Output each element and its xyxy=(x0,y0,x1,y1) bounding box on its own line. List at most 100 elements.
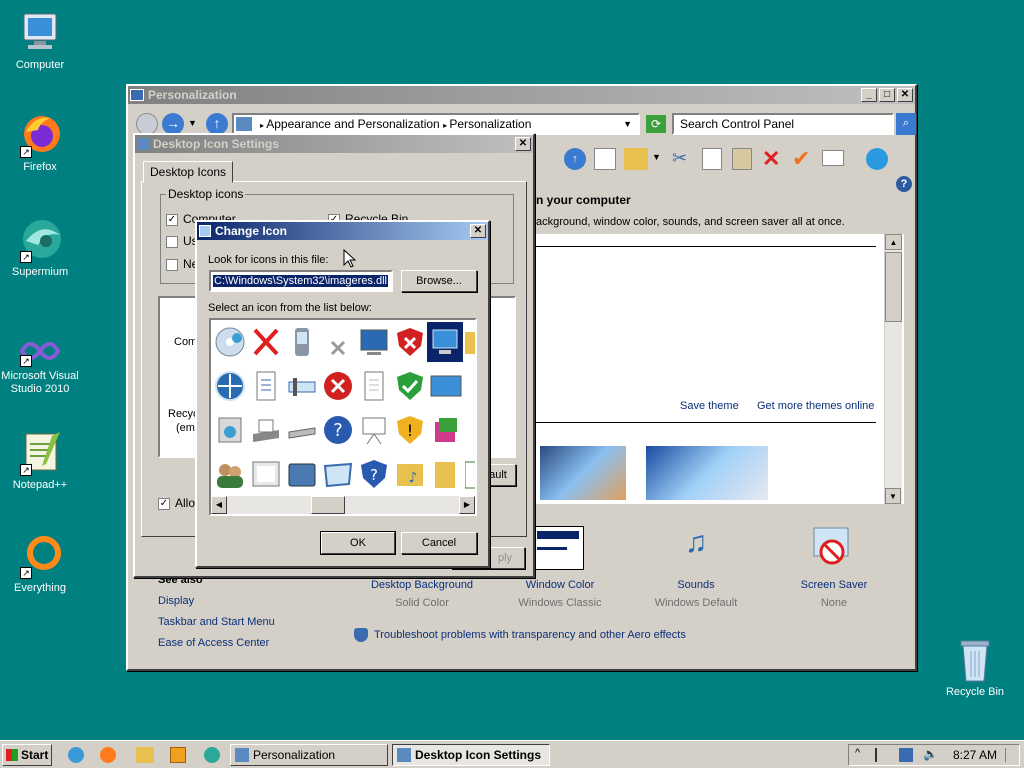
checkbox-network[interactable]: Ne xyxy=(166,257,198,271)
file-path-input[interactable]: C:\Windows\System32\imageres.dll xyxy=(209,270,393,292)
troubleshoot-link[interactable]: Troubleshoot problems with transparency … xyxy=(374,629,686,641)
network-tray-icon[interactable] xyxy=(899,748,913,762)
media-device-icon[interactable] xyxy=(213,414,247,446)
explorer-quicklaunch-icon[interactable] xyxy=(136,747,154,763)
display-link[interactable]: Display xyxy=(158,595,194,607)
recent-pages-chevron-icon[interactable]: ▼ xyxy=(188,118,197,128)
cut-icon[interactable]: ✂ xyxy=(672,148,687,169)
network-globe-icon[interactable] xyxy=(213,370,247,402)
ease-of-access-link[interactable]: Ease of Access Center xyxy=(158,637,269,649)
music-folder-icon[interactable]: ♪ xyxy=(393,458,427,490)
theme-list[interactable]: Save theme Get more themes online ▲ ▼ xyxy=(536,234,904,504)
selected-computer-icon[interactable] xyxy=(427,322,463,362)
flatbed-icon[interactable] xyxy=(285,414,319,446)
network-icon[interactable] xyxy=(866,148,888,170)
icon-list-scrollbar[interactable]: ◀ ▶ xyxy=(211,496,475,514)
desktop-icon-firefox[interactable]: ↗ Firefox xyxy=(0,112,80,174)
delete-icon[interactable]: ✕ xyxy=(762,146,780,172)
help-shield-icon[interactable]: ? xyxy=(357,458,391,490)
properties-icon[interactable] xyxy=(822,150,844,166)
window-frame-icon[interactable] xyxy=(249,458,283,490)
green-shield-icon[interactable] xyxy=(393,370,427,402)
paste-icon[interactable] xyxy=(732,148,752,170)
taskbar-start-menu-link[interactable]: Taskbar and Start Menu xyxy=(158,616,275,628)
usb-drive-icon[interactable] xyxy=(285,370,319,402)
folders-icon[interactable] xyxy=(624,148,648,170)
screen-saver-icon[interactable] xyxy=(812,526,852,568)
media-quicklaunch-icon[interactable] xyxy=(170,747,186,763)
screen-saver-link[interactable]: Screen Saver xyxy=(780,579,888,591)
red-shield-icon[interactable] xyxy=(393,326,427,358)
icon-list[interactable]: ? ! ? ♪ ◀ ▶ xyxy=(209,318,477,516)
sounds-link[interactable]: Sounds xyxy=(642,579,750,591)
scanner-icon[interactable] xyxy=(249,414,283,446)
blank-page-icon[interactable] xyxy=(357,370,391,402)
breadcrumb-item[interactable]: Appearance and Personalization xyxy=(266,117,439,131)
gray-x-icon[interactable] xyxy=(321,326,355,358)
warning-shield-icon[interactable]: ! xyxy=(393,414,427,446)
change-icon-dialog[interactable]: Change Icon ✕ Look for icons in this fil… xyxy=(195,220,490,568)
media-disc-icon[interactable] xyxy=(213,326,247,358)
tab-desktop-icons[interactable]: Desktop Icons xyxy=(143,161,234,183)
error-icon[interactable] xyxy=(321,370,355,402)
search-input[interactable]: Search Control Panel xyxy=(672,113,894,135)
forward-button[interactable]: → xyxy=(162,113,184,135)
desktop-icon-recycle-bin[interactable]: Recycle Bin xyxy=(935,637,1015,699)
desktop-screen-icon[interactable] xyxy=(429,370,463,402)
scroll-right-button[interactable]: ▶ xyxy=(459,496,475,514)
theme-thumbnail[interactable] xyxy=(540,446,626,500)
search-icon[interactable]: ⌕ xyxy=(896,113,916,135)
theme-list-scrollbar[interactable]: ▲ ▼ xyxy=(884,234,902,504)
display-frame-icon[interactable] xyxy=(321,458,355,490)
folder-partial-icon[interactable] xyxy=(465,326,475,358)
dialog-titlebar[interactable]: Change Icon ✕ xyxy=(197,222,488,240)
desktop-icon-visual-studio[interactable]: ↗ Microsoft Visual Studio 2010 xyxy=(0,335,80,396)
document-icon[interactable] xyxy=(249,370,283,402)
more-themes-link[interactable]: Get more themes online xyxy=(757,400,874,412)
clock[interactable]: 8:27 AM xyxy=(953,748,997,762)
red-x-icon[interactable] xyxy=(249,326,283,358)
close-button[interactable]: ✕ xyxy=(470,224,486,238)
presentation-icon[interactable] xyxy=(357,414,391,446)
cancel-button[interactable]: Cancel xyxy=(401,532,477,554)
desktop-icon-everything[interactable]: ↗ Everything xyxy=(0,533,80,595)
refresh-icon[interactable]: ⟳ xyxy=(646,115,666,133)
close-button[interactable]: ✕ xyxy=(897,88,913,102)
start-button[interactable]: Start xyxy=(2,744,52,766)
address-dropdown-icon[interactable]: ▼ xyxy=(623,115,632,133)
minimize-button[interactable]: _ xyxy=(861,88,877,102)
supermium-quicklaunch-icon[interactable] xyxy=(204,747,220,763)
desktop-icon-supermium[interactable]: ↗ Supermium xyxy=(0,217,80,279)
up-icon[interactable]: ↑ xyxy=(564,148,586,170)
save-theme-link[interactable]: Save theme xyxy=(680,400,739,412)
window-color-link[interactable]: Window Color xyxy=(506,579,614,591)
browse-button[interactable]: Browse... xyxy=(401,270,477,292)
volume-muted-icon[interactable]: 🔈 xyxy=(923,747,938,761)
breadcrumb-item[interactable]: Personalization xyxy=(449,117,531,131)
task-desktop-icon-settings[interactable]: Desktop Icon Settings xyxy=(392,744,550,766)
copy-icon[interactable] xyxy=(702,148,722,170)
task-personalization[interactable]: Personalization xyxy=(230,744,388,766)
desktop-icon-notepadpp[interactable]: ↗ Notepad++ xyxy=(0,430,80,492)
close-button[interactable]: ✕ xyxy=(515,137,531,151)
programs-icon[interactable] xyxy=(429,414,463,446)
personalization-titlebar[interactable]: Personalization _ □ ✕ xyxy=(128,86,915,104)
show-desktop-button[interactable] xyxy=(1005,748,1015,762)
action-center-flag-icon[interactable] xyxy=(875,748,887,762)
firefox-quicklaunch-icon[interactable] xyxy=(100,747,116,763)
dialog-titlebar[interactable]: Desktop Icon Settings ✕ xyxy=(135,135,533,153)
help-circle-icon[interactable]: ? xyxy=(321,414,355,446)
view-pane-icon[interactable] xyxy=(594,148,616,170)
views-chevron-icon[interactable]: ▼ xyxy=(652,152,661,162)
folder-icon[interactable] xyxy=(429,458,463,490)
checkbox-users-files[interactable]: Us xyxy=(166,234,198,248)
window-color-icon[interactable] xyxy=(532,526,584,570)
desktop-icon-computer[interactable]: Computer xyxy=(0,10,80,72)
scroll-left-button[interactable]: ◀ xyxy=(211,496,227,514)
help-icon[interactable]: ? xyxy=(896,176,912,192)
desktop-background-link[interactable]: Desktop Background xyxy=(368,579,476,591)
undo-check-icon[interactable]: ✔ xyxy=(792,146,810,172)
ie-quicklaunch-icon[interactable] xyxy=(68,747,84,763)
tablet-icon[interactable] xyxy=(285,458,319,490)
users-icon[interactable] xyxy=(213,458,247,490)
